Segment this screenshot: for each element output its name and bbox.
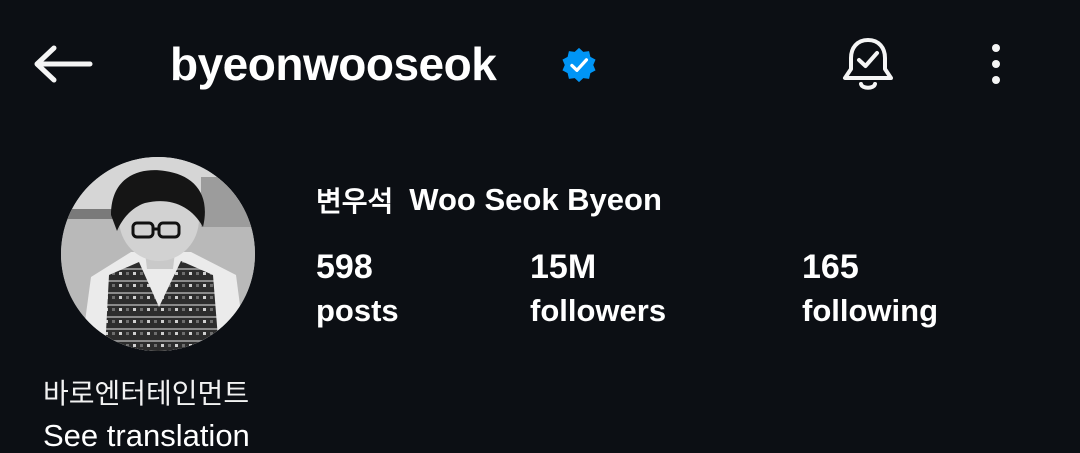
posts-stat[interactable]: 598 posts	[316, 246, 399, 332]
avatar[interactable]	[61, 157, 255, 351]
more-dot	[992, 60, 1000, 68]
back-button[interactable]	[30, 38, 96, 90]
profile-username: byeonwooseok	[170, 38, 497, 90]
profile-screen: byeonwooseok 변우석 Woo Seok Byeon 598 post…	[0, 0, 1080, 453]
following-label: following	[802, 293, 939, 328]
top-bar: byeonwooseok	[0, 0, 1080, 130]
profile-name-english: Woo Seok Byeon	[409, 182, 662, 217]
profile-name: 변우석 Woo Seok Byeon	[316, 178, 662, 222]
profile-name-korean: 변우석	[316, 185, 394, 218]
posts-count: 598	[316, 248, 373, 286]
profile-photo	[61, 157, 255, 351]
see-translation-link[interactable]: See translation	[43, 416, 250, 453]
more-vertical-icon	[992, 44, 1000, 52]
following-count: 165	[802, 248, 859, 286]
notification-bell-check-icon	[843, 38, 893, 90]
followers-stat[interactable]: 15M followers	[530, 246, 666, 332]
bio-text: 바로엔터테인먼트	[43, 377, 250, 410]
verified-badge-icon	[562, 47, 596, 83]
posts-label: posts	[316, 293, 399, 328]
following-stat[interactable]: 165 following	[802, 246, 938, 332]
notifications-button[interactable]	[836, 32, 900, 96]
followers-label: followers	[530, 293, 667, 328]
more-dot	[992, 76, 1000, 84]
followers-count: 15M	[530, 248, 597, 286]
arrow-left-icon	[34, 45, 93, 83]
more-options-button[interactable]	[974, 38, 1018, 90]
